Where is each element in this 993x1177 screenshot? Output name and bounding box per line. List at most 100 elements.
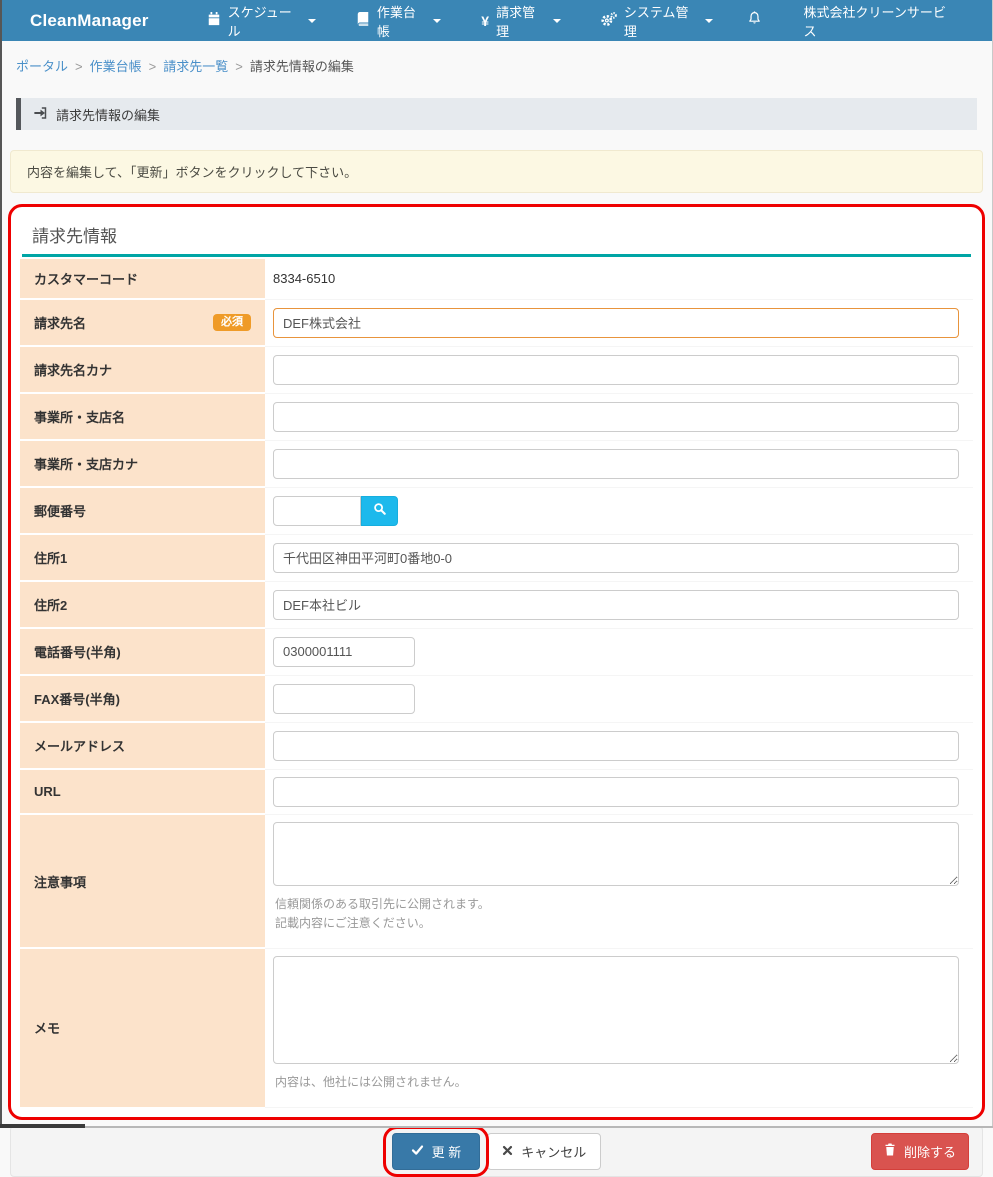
- table-row: 住所1: [20, 534, 973, 581]
- breadcrumb-separator: >: [235, 59, 243, 74]
- breadcrumb-link-work-ledger[interactable]: 作業台帳: [90, 59, 142, 74]
- delete-button[interactable]: 削除する: [871, 1133, 969, 1170]
- delete-button-label: 削除する: [904, 1142, 956, 1161]
- table-row: 事業所・支店名: [20, 393, 973, 440]
- email-input[interactable]: [273, 731, 959, 761]
- update-button-label: 更 新: [432, 1142, 462, 1161]
- field-label-address1: 住所1: [20, 534, 265, 581]
- nav-item-billing[interactable]: ¥ 請求管理: [466, 0, 576, 41]
- update-button[interactable]: 更 新: [392, 1133, 481, 1170]
- billing-name-input[interactable]: [273, 308, 959, 338]
- table-row: メモ 内容は、他社には公開されません。: [20, 948, 973, 1107]
- navbar-right: 株式会社クリーンサービス: [733, 0, 993, 41]
- breadcrumb-separator: >: [75, 59, 83, 74]
- field-label-memo: メモ: [20, 948, 265, 1107]
- footer-button-bar: 更 新 キャンセル 削除する: [10, 1126, 983, 1177]
- check-icon: [411, 1144, 424, 1159]
- nav-item-schedule[interactable]: スケジュール: [192, 0, 331, 41]
- breadcrumb: ポータル > 作業台帳 > 請求先一覧 > 請求先情報の編集: [10, 41, 983, 75]
- table-row: 注意事項 信頼関係のある取引先に公開されます。 記載内容にご注意ください。: [20, 814, 973, 948]
- page-content: ポータル > 作業台帳 > 請求先一覧 > 請求先情報の編集 請求先情報の編集 内容を編集し…: [0, 41, 993, 1177]
- navbar: CleanManager スケジュール 作業台帳 ¥ 請求管理 システム管理 株…: [0, 0, 993, 41]
- field-label-phone: 電話番号(半角): [20, 628, 265, 675]
- memo-hint: 内容は、他社には公開されません。: [275, 1073, 959, 1092]
- info-alert: 内容を編集して、「更新」ボタンをクリックして下さい。: [10, 150, 983, 193]
- nav-item-system[interactable]: システム管理: [586, 0, 728, 41]
- nav-item-label: 作業台帳: [377, 2, 424, 40]
- memo-textarea[interactable]: [273, 956, 959, 1064]
- postal-code-input[interactable]: [273, 496, 361, 526]
- office-name-kana-input[interactable]: [273, 449, 959, 479]
- field-label-billing-name: 請求先名 必須: [20, 299, 265, 346]
- field-label-postal-code: 郵便番号: [20, 487, 265, 534]
- table-row: メールアドレス: [20, 722, 973, 769]
- breadcrumb-link-portal[interactable]: ポータル: [16, 59, 68, 74]
- url-input[interactable]: [273, 777, 959, 807]
- field-label-email: メールアドレス: [20, 722, 265, 769]
- required-badge: 必須: [213, 314, 251, 331]
- notification-bell-button[interactable]: [733, 0, 776, 41]
- table-row: 請求先名カナ: [20, 346, 973, 393]
- nav-item-label: 請求管理: [496, 2, 544, 40]
- notes-textarea[interactable]: [273, 822, 959, 886]
- page-heading: 請求先情報の編集: [16, 98, 977, 130]
- horizontal-scrollbar-thumb[interactable]: [0, 1124, 85, 1128]
- page-title: 請求先情報の編集: [56, 105, 160, 124]
- table-row: 電話番号(半角): [20, 628, 973, 675]
- section-title: 請求先情報: [22, 216, 971, 257]
- brand-logo[interactable]: CleanManager: [30, 11, 149, 31]
- billing-name-kana-input[interactable]: [273, 355, 959, 385]
- table-row: カスタマーコード 8334-6510: [20, 259, 973, 299]
- sign-in-icon: [33, 106, 48, 123]
- notes-hint-line2: 記載内容にご注意ください。: [275, 914, 959, 933]
- field-label-address2: 住所2: [20, 581, 265, 628]
- billing-info-form: カスタマーコード 8334-6510 請求先名 必須 請求先名カナ 事業所・支店…: [20, 259, 973, 1109]
- field-label-notes: 注意事項: [20, 814, 265, 948]
- table-row: 事業所・支店カナ: [20, 440, 973, 487]
- user-company-menu[interactable]: 株式会社クリーンサービス: [776, 2, 993, 40]
- field-label-office-name: 事業所・支店名: [20, 393, 265, 440]
- field-label-text: 請求先名: [34, 313, 86, 332]
- book-icon: [356, 12, 370, 29]
- field-label-fax: FAX番号(半角): [20, 675, 265, 722]
- window-left-border: [0, 0, 2, 1128]
- customer-code-value: 8334-6510: [273, 271, 335, 286]
- calendar-icon: [207, 12, 221, 29]
- field-label-customer-code: カスタマーコード: [20, 259, 265, 299]
- address1-input[interactable]: [273, 543, 959, 573]
- notes-hint: 信頼関係のある取引先に公開されます。 記載内容にご注意ください。: [275, 895, 959, 933]
- field-label-office-name-kana: 事業所・支店カナ: [20, 440, 265, 487]
- postal-code-search-button[interactable]: [361, 496, 398, 526]
- table-row: FAX番号(半角): [20, 675, 973, 722]
- notes-hint-line1: 信頼関係のある取引先に公開されます。: [275, 895, 959, 914]
- phone-input[interactable]: [273, 637, 415, 667]
- caret-down-icon: [705, 19, 713, 23]
- caret-down-icon: [308, 19, 316, 23]
- table-row: 請求先名 必須: [20, 299, 973, 346]
- nav-item-label: システム管理: [624, 2, 696, 40]
- trash-icon: [884, 1143, 896, 1159]
- caret-down-icon: [553, 19, 561, 23]
- table-row: URL: [20, 769, 973, 814]
- caret-down-icon: [433, 19, 441, 23]
- nav-item-label: スケジュール: [228, 2, 299, 40]
- address2-input[interactable]: [273, 590, 959, 620]
- gears-icon: [601, 12, 617, 30]
- nav-item-work-ledger[interactable]: 作業台帳: [341, 0, 456, 41]
- search-icon: [373, 502, 387, 519]
- annotation-form-highlight: 請求先情報 カスタマーコード 8334-6510 請求先名 必須 請求先名カナ: [8, 204, 985, 1120]
- alert-message: 内容を編集して、「更新」ボタンをクリックして下さい。: [27, 165, 357, 180]
- cancel-button[interactable]: キャンセル: [487, 1133, 601, 1170]
- field-label-url: URL: [20, 769, 265, 814]
- yen-icon: ¥: [481, 13, 489, 29]
- breadcrumb-link-billing-list[interactable]: 請求先一覧: [163, 59, 228, 74]
- table-row: 住所2: [20, 581, 973, 628]
- breadcrumb-separator: >: [149, 59, 157, 74]
- x-icon: [502, 1144, 513, 1159]
- nav-menu: スケジュール 作業台帳 ¥ 請求管理 システム管理: [187, 0, 733, 41]
- office-name-input[interactable]: [273, 402, 959, 432]
- table-row: 郵便番号: [20, 487, 973, 534]
- fax-input[interactable]: [273, 684, 415, 714]
- cancel-button-label: キャンセル: [521, 1142, 586, 1161]
- breadcrumb-current: 請求先情報の編集: [250, 59, 354, 74]
